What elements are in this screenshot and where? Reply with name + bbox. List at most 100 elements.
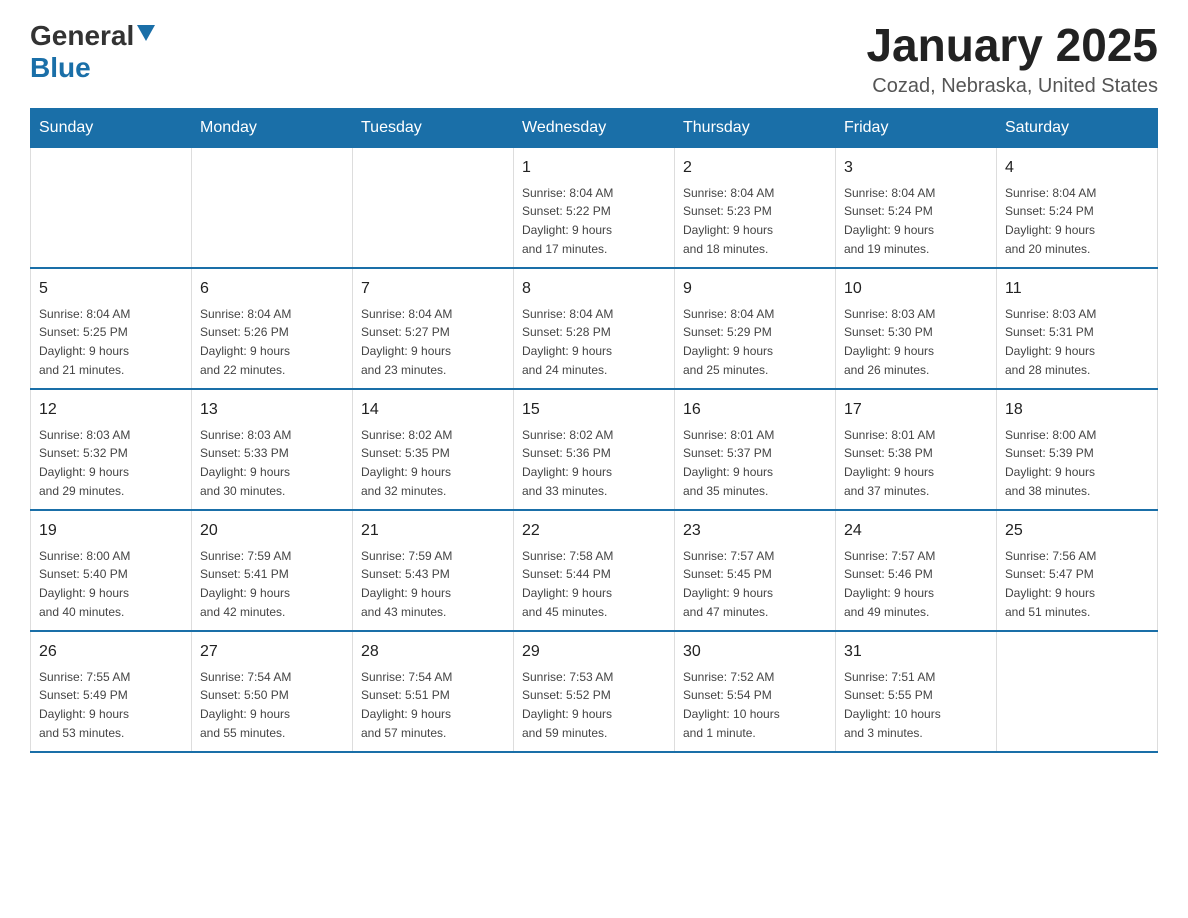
table-row: 18 Sunrise: 8:00 AM Sunset: 5:39 PM Dayli…	[997, 389, 1158, 510]
day-info: Sunrise: 7:56 AM Sunset: 5:47 PM Dayligh…	[1005, 549, 1096, 619]
day-number: 23	[683, 519, 827, 543]
day-info: Sunrise: 8:03 AM Sunset: 5:32 PM Dayligh…	[39, 428, 130, 498]
table-row	[353, 147, 514, 268]
table-row	[997, 631, 1158, 752]
day-info: Sunrise: 7:59 AM Sunset: 5:43 PM Dayligh…	[361, 549, 452, 619]
day-info: Sunrise: 8:00 AM Sunset: 5:40 PM Dayligh…	[39, 549, 130, 619]
day-number: 24	[844, 519, 988, 543]
table-row: 17Sunrise: 8:01 AM Sunset: 5:38 PM Dayli…	[836, 389, 997, 510]
day-number: 9	[683, 277, 827, 301]
table-row	[31, 147, 192, 268]
calendar-week-row: 12 Sunrise: 8:03 AM Sunset: 5:32 PM Dayli…	[31, 389, 1158, 510]
day-info: Sunrise: 8:04 AM Sunset: 5:22 PM Dayligh…	[522, 186, 613, 256]
day-info: Sunrise: 7:54 AM Sunset: 5:50 PM Dayligh…	[200, 670, 291, 740]
table-row: 3 Sunrise: 8:04 AM Sunset: 5:24 PM Daylig…	[836, 147, 997, 268]
page-header: General Blue January 2025 Cozad, Nebrask…	[30, 20, 1158, 98]
day-number: 3	[844, 156, 988, 180]
day-info: Sunrise: 8:04 AM Sunset: 5:23 PM Dayligh…	[683, 186, 774, 256]
header-sunday: Sunday	[31, 108, 192, 147]
day-number: 14	[361, 398, 505, 422]
day-info: Sunrise: 8:01 AM Sunset: 5:37 PM Dayligh…	[683, 428, 774, 498]
header-friday: Friday	[836, 108, 997, 147]
day-info: Sunrise: 8:04 AM Sunset: 5:29 PM Dayligh…	[683, 307, 774, 377]
table-row: 30 Sunrise: 7:52 AM Sunset: 5:54 PM Dayli…	[675, 631, 836, 752]
day-number: 31	[844, 640, 988, 664]
day-info: Sunrise: 8:02 AM Sunset: 5:35 PM Dayligh…	[361, 428, 452, 498]
day-number: 28	[361, 640, 505, 664]
logo-general-text: General	[30, 20, 134, 52]
day-info: Sunrise: 7:53 AM Sunset: 5:52 PM Dayligh…	[522, 670, 613, 740]
calendar-header-row: Sunday Monday Tuesday Wednesday Thursday…	[31, 108, 1158, 147]
table-row: 4 Sunrise: 8:04 AM Sunset: 5:24 PM Daylig…	[997, 147, 1158, 268]
table-row: 2 Sunrise: 8:04 AM Sunset: 5:23 PM Daylig…	[675, 147, 836, 268]
table-row: 22 Sunrise: 7:58 AM Sunset: 5:44 PM Dayli…	[514, 510, 675, 631]
day-info: Sunrise: 8:03 AM Sunset: 5:31 PM Dayligh…	[1005, 307, 1096, 377]
day-number: 18	[1005, 398, 1149, 422]
day-number: 4	[1005, 156, 1149, 180]
day-info: Sunrise: 8:04 AM Sunset: 5:24 PM Dayligh…	[844, 186, 935, 256]
day-number: 2	[683, 156, 827, 180]
day-number: 11	[1005, 277, 1149, 301]
table-row: 26 Sunrise: 7:55 AM Sunset: 5:49 PM Dayli…	[31, 631, 192, 752]
table-row: 28Sunrise: 7:54 AM Sunset: 5:51 PM Dayli…	[353, 631, 514, 752]
header-tuesday: Tuesday	[353, 108, 514, 147]
header-saturday: Saturday	[997, 108, 1158, 147]
table-row: 20 Sunrise: 7:59 AM Sunset: 5:41 PM Dayli…	[192, 510, 353, 631]
day-number: 15	[522, 398, 666, 422]
day-number: 7	[361, 277, 505, 301]
table-row: 5Sunrise: 8:04 AM Sunset: 5:25 PM Daylig…	[31, 268, 192, 389]
table-row: 31 Sunrise: 7:51 AM Sunset: 5:55 PM Dayli…	[836, 631, 997, 752]
day-number: 26	[39, 640, 183, 664]
table-row: 8 Sunrise: 8:04 AM Sunset: 5:28 PM Daylig…	[514, 268, 675, 389]
day-info: Sunrise: 8:04 AM Sunset: 5:27 PM Dayligh…	[361, 307, 452, 377]
table-row: 9 Sunrise: 8:04 AM Sunset: 5:29 PM Daylig…	[675, 268, 836, 389]
day-number: 6	[200, 277, 344, 301]
table-row: 25 Sunrise: 7:56 AM Sunset: 5:47 PM Dayli…	[997, 510, 1158, 631]
table-row: 12 Sunrise: 8:03 AM Sunset: 5:32 PM Dayli…	[31, 389, 192, 510]
day-info: Sunrise: 8:04 AM Sunset: 5:28 PM Dayligh…	[522, 307, 613, 377]
day-info: Sunrise: 7:59 AM Sunset: 5:41 PM Dayligh…	[200, 549, 291, 619]
day-info: Sunrise: 8:01 AM Sunset: 5:38 PM Dayligh…	[844, 428, 935, 498]
day-info: Sunrise: 8:03 AM Sunset: 5:33 PM Dayligh…	[200, 428, 291, 498]
table-row: 23 Sunrise: 7:57 AM Sunset: 5:45 PM Dayli…	[675, 510, 836, 631]
day-info: Sunrise: 8:04 AM Sunset: 5:24 PM Dayligh…	[1005, 186, 1096, 256]
day-number: 19	[39, 519, 183, 543]
table-row: 16 Sunrise: 8:01 AM Sunset: 5:37 PM Dayli…	[675, 389, 836, 510]
day-info: Sunrise: 7:52 AM Sunset: 5:54 PM Dayligh…	[683, 670, 780, 740]
header-wednesday: Wednesday	[514, 108, 675, 147]
day-number: 1	[522, 156, 666, 180]
day-number: 22	[522, 519, 666, 543]
day-info: Sunrise: 8:03 AM Sunset: 5:30 PM Dayligh…	[844, 307, 935, 377]
logo-blue-text: Blue	[30, 52, 91, 83]
day-number: 13	[200, 398, 344, 422]
day-number: 29	[522, 640, 666, 664]
header-thursday: Thursday	[675, 108, 836, 147]
table-row: 24 Sunrise: 7:57 AM Sunset: 5:46 PM Dayli…	[836, 510, 997, 631]
day-info: Sunrise: 7:57 AM Sunset: 5:46 PM Dayligh…	[844, 549, 935, 619]
table-row: 1 Sunrise: 8:04 AM Sunset: 5:22 PM Daylig…	[514, 147, 675, 268]
day-info: Sunrise: 8:04 AM Sunset: 5:26 PM Dayligh…	[200, 307, 291, 377]
day-info: Sunrise: 7:57 AM Sunset: 5:45 PM Dayligh…	[683, 549, 774, 619]
day-number: 16	[683, 398, 827, 422]
calendar-week-row: 5Sunrise: 8:04 AM Sunset: 5:25 PM Daylig…	[31, 268, 1158, 389]
day-number: 21	[361, 519, 505, 543]
day-info: Sunrise: 8:04 AM Sunset: 5:25 PM Dayligh…	[39, 307, 130, 377]
calendar-week-row: 19 Sunrise: 8:00 AM Sunset: 5:40 PM Dayli…	[31, 510, 1158, 631]
calendar-title: January 2025	[866, 20, 1158, 71]
day-info: Sunrise: 7:58 AM Sunset: 5:44 PM Dayligh…	[522, 549, 613, 619]
logo-arrow-icon	[137, 25, 155, 48]
table-row: 6 Sunrise: 8:04 AM Sunset: 5:26 PM Daylig…	[192, 268, 353, 389]
day-number: 30	[683, 640, 827, 664]
day-number: 27	[200, 640, 344, 664]
header-monday: Monday	[192, 108, 353, 147]
day-info: Sunrise: 8:00 AM Sunset: 5:39 PM Dayligh…	[1005, 428, 1096, 498]
day-number: 8	[522, 277, 666, 301]
day-number: 25	[1005, 519, 1149, 543]
day-number: 12	[39, 398, 183, 422]
title-section: January 2025 Cozad, Nebraska, United Sta…	[866, 20, 1158, 98]
day-number: 20	[200, 519, 344, 543]
table-row: 29 Sunrise: 7:53 AM Sunset: 5:52 PM Dayli…	[514, 631, 675, 752]
day-info: Sunrise: 7:51 AM Sunset: 5:55 PM Dayligh…	[844, 670, 941, 740]
logo: General Blue	[30, 20, 155, 84]
day-info: Sunrise: 7:55 AM Sunset: 5:49 PM Dayligh…	[39, 670, 130, 740]
